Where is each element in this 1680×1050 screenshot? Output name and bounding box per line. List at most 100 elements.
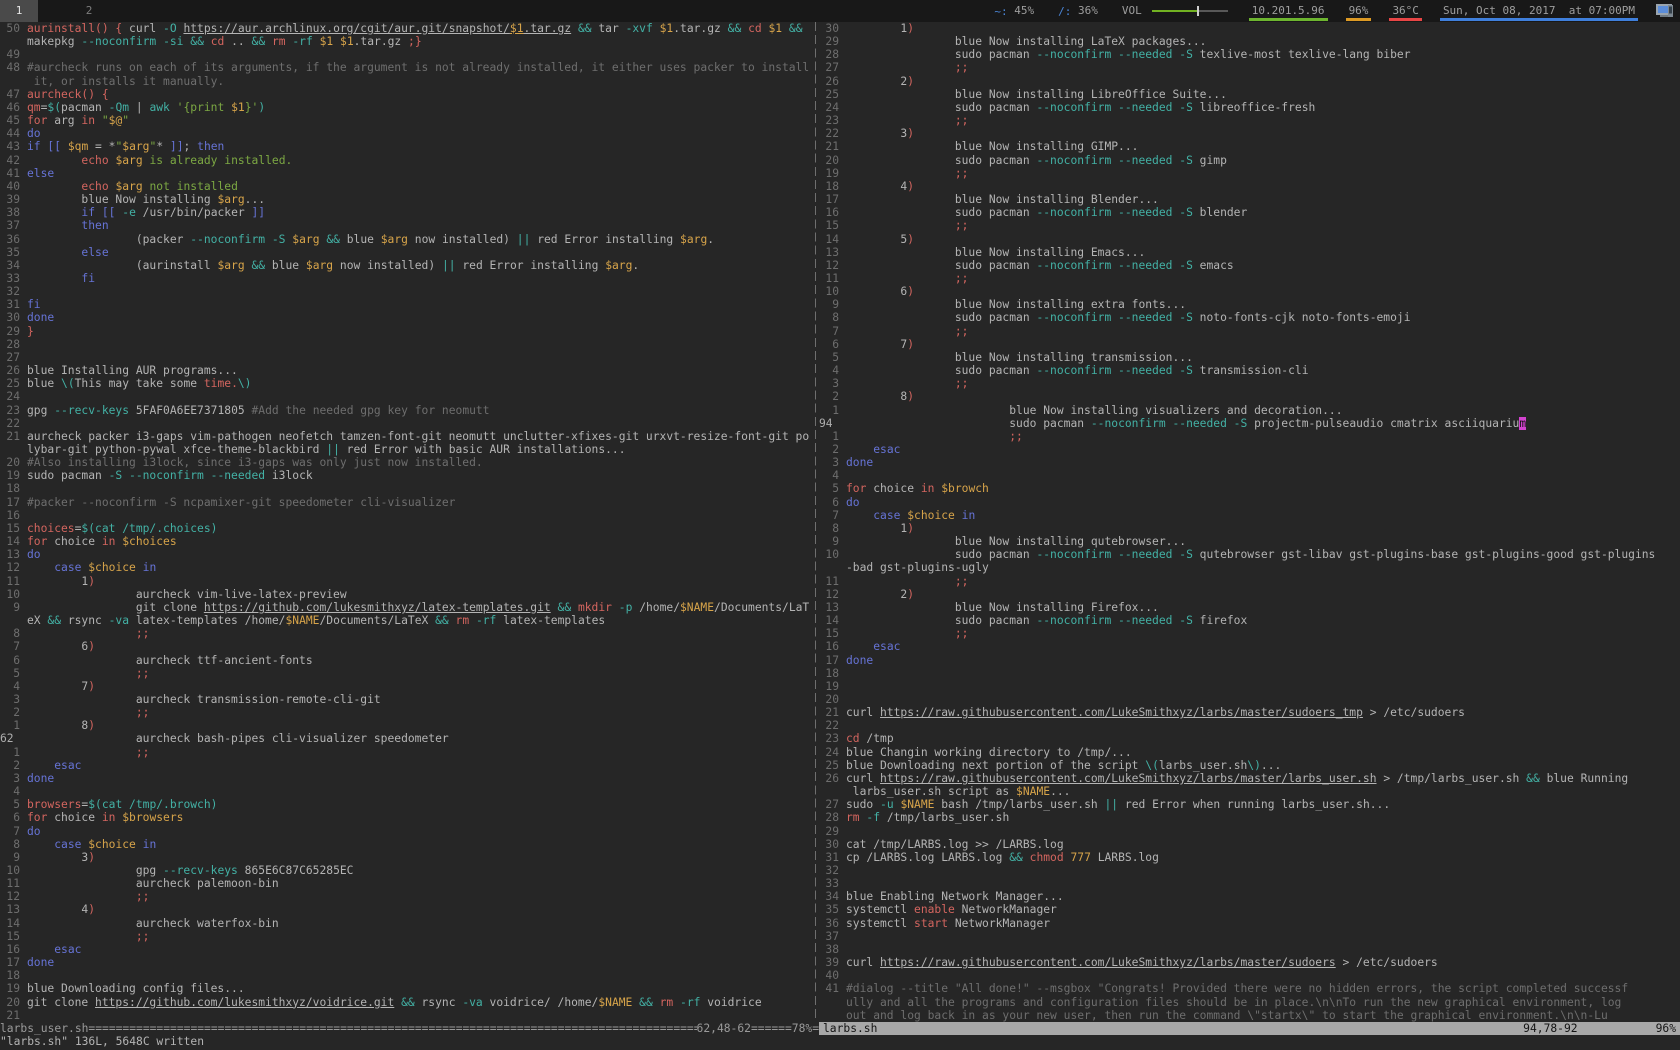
code-row[interactable]: 2 ;; [0, 706, 813, 719]
code-row[interactable]: 21curl https://raw.githubusercontent.com… [819, 706, 1680, 719]
code-row[interactable]: 35 else [0, 246, 813, 259]
code-row[interactable]: 7do [0, 825, 813, 838]
code-row[interactable]: 23 ;; [819, 114, 1680, 127]
code-row[interactable]: 49 [0, 48, 813, 61]
code-row[interactable]: 8 1) [819, 522, 1680, 535]
code-row[interactable]: 94 sudo pacman --noconfirm --needed -S p… [819, 417, 1680, 430]
code-row[interactable]: 18 [819, 667, 1680, 680]
code-row[interactable]: 21 [0, 1009, 813, 1022]
code-row[interactable]: 6 aurcheck ttf-ancient-fonts [0, 654, 813, 667]
code-row[interactable]: 43if [[ $qm = *"$arg"* ]]; then [0, 140, 813, 153]
code-row[interactable]: 17#packer --noconfirm -S ncpamixer-git s… [0, 496, 813, 509]
workspace-button-1[interactable]: 1 [0, 0, 38, 22]
code-row[interactable]: 9 git clone https://github.com/lukesmith… [0, 601, 813, 614]
code-row[interactable]: 30 1) [819, 22, 1680, 35]
code-row[interactable]: 9 3) [0, 851, 813, 864]
code-row[interactable]: 50aurinstall() { curl -O https://aur.arc… [0, 22, 813, 35]
code-row[interactable]: 25 blue Now installing LibreOffice Suite… [819, 88, 1680, 101]
code-row[interactable]: 10 aurcheck vim-live-latex-preview [0, 588, 813, 601]
code-row[interactable]: 47aurcheck() { [0, 88, 813, 101]
code-row[interactable]: 25blue \(This may take some time.\) [0, 377, 813, 390]
code-row[interactable]: 8 case $choice in [0, 838, 813, 851]
code-row[interactable]: 12 2) [819, 588, 1680, 601]
code-row[interactable]: 9 blue Now installing extra fonts... [819, 298, 1680, 311]
code-row[interactable]: 38 [819, 943, 1680, 956]
code-row[interactable]: 5for choice in $browch [819, 482, 1680, 495]
code-row[interactable]: larbs_user.sh script as $NAME... [819, 785, 1680, 798]
code-row[interactable]: 19 ;; [819, 167, 1680, 180]
code-row[interactable]: 24 sudo pacman --noconfirm --needed -S l… [819, 101, 1680, 114]
code-row[interactable]: 11 ;; [819, 575, 1680, 588]
code-row[interactable]: 10 sudo pacman --noconfirm --needed -S q… [819, 548, 1680, 561]
code-row[interactable]: 37 [819, 930, 1680, 943]
code-row[interactable]: 23cd /tmp [819, 732, 1680, 745]
code-row[interactable]: 18 [0, 969, 813, 982]
code-row[interactable]: 15 ;; [819, 219, 1680, 232]
code-row[interactable]: 29 blue Now installing LaTeX packages... [819, 35, 1680, 48]
code-row[interactable]: 16 esac [0, 943, 813, 956]
code-row[interactable]: 26curl https://raw.githubusercontent.com… [819, 772, 1680, 785]
code-row[interactable]: 39 blue Now installing $arg... [0, 193, 813, 206]
code-row[interactable]: 24blue Changin working directory to /tmp… [819, 746, 1680, 759]
code-row[interactable]: 28 sudo pacman --noconfirm --needed -S t… [819, 48, 1680, 61]
code-row[interactable]: 18 4) [819, 180, 1680, 193]
code-row[interactable]: 8 sudo pacman --noconfirm --needed -S no… [819, 311, 1680, 324]
code-row[interactable]: 38 if [[ -e /usr/bin/packer ]] [0, 206, 813, 219]
code-row[interactable]: 62 aurcheck bash-pipes cli-visualizer sp… [0, 732, 813, 745]
code-row[interactable]: 3done [819, 456, 1680, 469]
code-row[interactable]: 9 blue Now installing qutebrowser... [819, 535, 1680, 548]
code-row[interactable]: 30cat /tmp/LARBS.log >> /LARBS.log [819, 838, 1680, 851]
code-row[interactable]: 26blue Installing AUR programs... [0, 364, 813, 377]
code-row[interactable]: 15 ;; [0, 930, 813, 943]
code-row[interactable]: 1 blue Now installing visualizers and de… [819, 404, 1680, 417]
code-row[interactable]: 6 7) [819, 338, 1680, 351]
code-row[interactable]: 19blue Downloading config files... [0, 982, 813, 995]
code-row[interactable]: 16 esac [819, 640, 1680, 653]
code-row[interactable]: 41#dialog --title "All done!" --msgbox "… [819, 982, 1680, 995]
code-row[interactable]: 48#aurcheck runs on each of its argument… [0, 61, 813, 74]
code-row[interactable]: 5 blue Now installing transmission... [819, 351, 1680, 364]
code-row[interactable]: 14 aurcheck waterfox-bin [0, 917, 813, 930]
code-row[interactable]: 37 then [0, 219, 813, 232]
workspace-button-2[interactable]: 2 [70, 0, 108, 22]
code-row[interactable]: 6for choice in $browsers [0, 811, 813, 824]
code-row[interactable]: lybar-git python-pywal xfce-theme-blackb… [0, 443, 813, 456]
code-row[interactable]: 33 fi [0, 272, 813, 285]
code-row[interactable]: 12 ;; [0, 890, 813, 903]
code-row[interactable]: 1 8) [0, 719, 813, 732]
code-row[interactable]: 20#Also installing i3lock, since i3-gaps… [0, 456, 813, 469]
code-row[interactable]: 17done [0, 956, 813, 969]
code-row[interactable]: 20 sudo pacman --noconfirm --needed -S g… [819, 154, 1680, 167]
code-row[interactable]: 3 ;; [819, 377, 1680, 390]
code-row[interactable]: 22 [819, 719, 1680, 732]
code-row[interactable]: it, or installs it manually. [0, 75, 813, 88]
code-row[interactable]: 29 [819, 825, 1680, 838]
code-row[interactable]: 14 5) [819, 233, 1680, 246]
volume-slider-handle[interactable] [1197, 6, 1199, 16]
code-row[interactable]: 3 aurcheck transmission-remote-cli-git [0, 693, 813, 706]
code-row[interactable]: 26 2) [819, 75, 1680, 88]
code-row[interactable]: 42 echo $arg is already installed. [0, 154, 813, 167]
code-row[interactable]: 5 ;; [0, 667, 813, 680]
code-row[interactable]: 13do [0, 548, 813, 561]
code-row[interactable]: 13 blue Now installing Firefox... [819, 601, 1680, 614]
code-row[interactable]: 14 sudo pacman --noconfirm --needed -S f… [819, 614, 1680, 627]
code-row[interactable]: 30done [0, 311, 813, 324]
code-row[interactable]: 6do [819, 496, 1680, 509]
code-row[interactable]: 20git clone https://github.com/lukesmith… [0, 996, 813, 1009]
code-row[interactable]: 10 gpg --recv-keys 865E6C87C65285EC [0, 864, 813, 877]
code-row[interactable]: 31fi [0, 298, 813, 311]
code-row[interactable]: 40 [819, 969, 1680, 982]
code-row[interactable]: 45for arg in "$@" [0, 114, 813, 127]
code-row[interactable]: 21 blue Now installing GIMP... [819, 140, 1680, 153]
code-row[interactable]: 12 case $choice in [0, 561, 813, 574]
code-row[interactable]: 4 [819, 469, 1680, 482]
code-row[interactable]: 28rm -f /tmp/larbs_user.sh [819, 811, 1680, 824]
code-row[interactable]: 7 6) [0, 640, 813, 653]
code-row[interactable]: 44do [0, 127, 813, 140]
code-row[interactable]: 22 [0, 417, 813, 430]
code-row[interactable]: 7 ;; [819, 325, 1680, 338]
code-row[interactable]: 7 case $choice in [819, 509, 1680, 522]
code-row[interactable]: 15 ;; [819, 627, 1680, 640]
code-row[interactable]: 4 [0, 785, 813, 798]
